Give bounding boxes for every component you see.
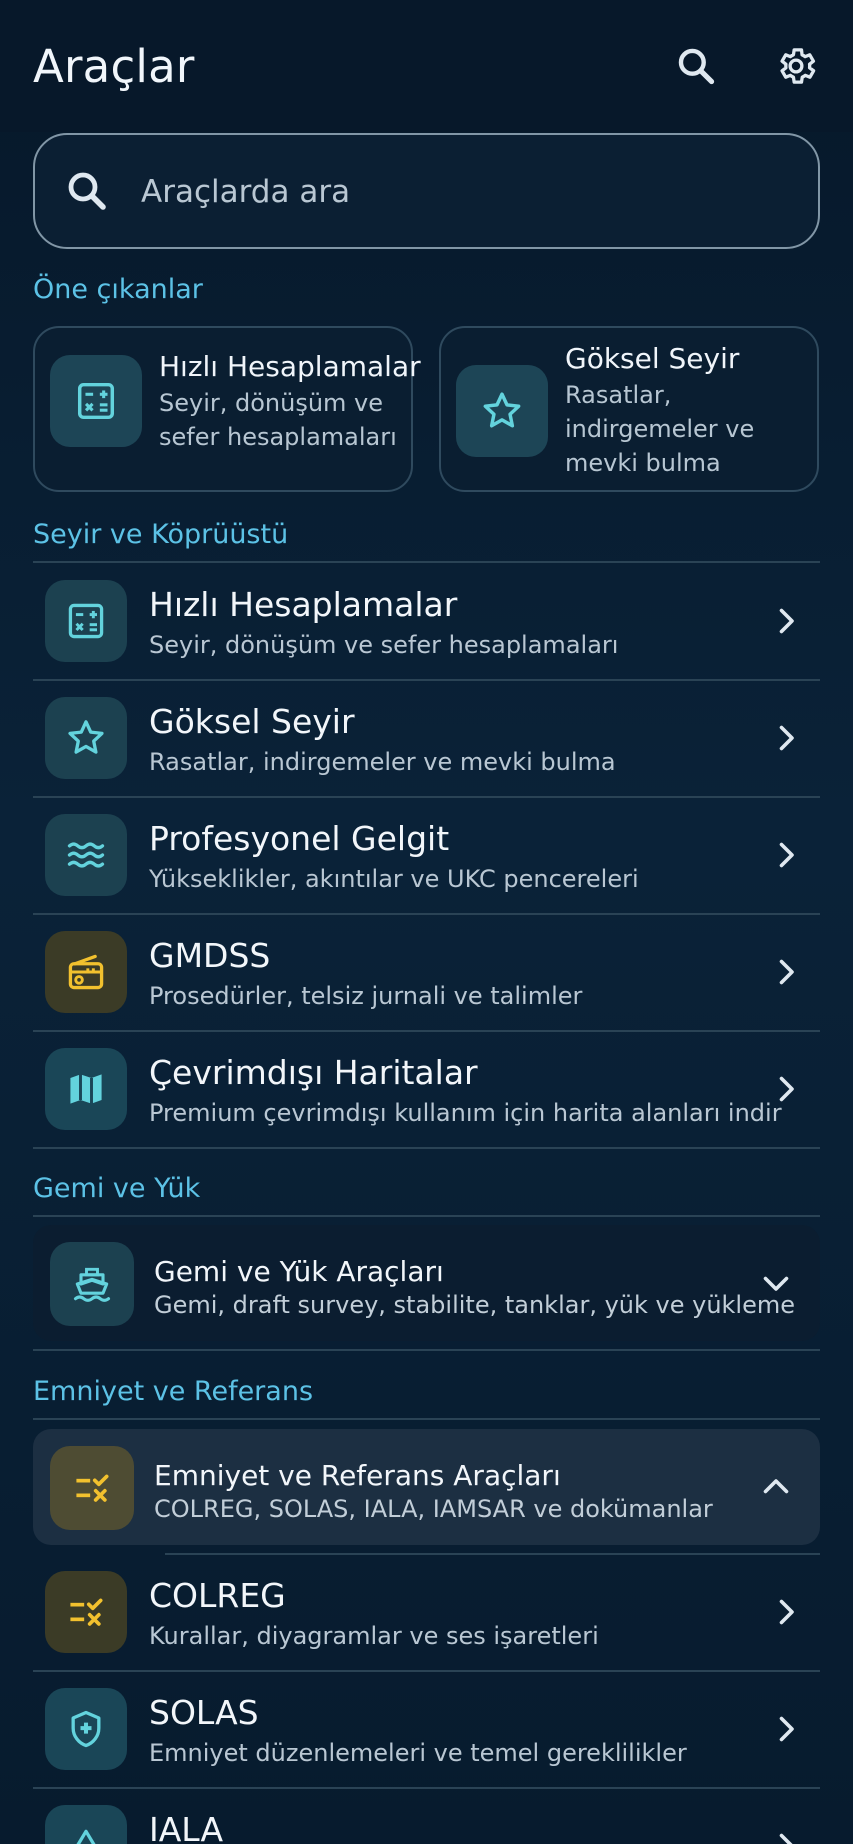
list-item-subtitle: Emniyet düzenlemeleri ve temel gereklili… <box>149 1739 687 1767</box>
group-subtitle: COLREG, SOLAS, IALA, IAMSAR ve dokümanla… <box>154 1495 713 1523</box>
chevron-right-icon <box>779 959 794 985</box>
group-safety-reference-tools[interactable]: Emniyet ve Referans Araçları COLREG, SOL… <box>33 1429 820 1545</box>
star-icon <box>45 697 127 779</box>
section-title-featured: Öne çıkanlar <box>33 274 203 305</box>
list-item-title: Hızlı Hesaplamalar <box>149 585 458 624</box>
list-item-gmdss[interactable]: GMDSS Prosedürler, telsiz jurnali ve tal… <box>33 914 820 1031</box>
waves-icon <box>45 814 127 896</box>
chevron-right-icon <box>779 842 794 868</box>
chevron-right-icon <box>779 1599 794 1625</box>
featured-card-subtitle: Rasatlar, indirgemeler ve mevki bulma <box>565 381 755 477</box>
group-subtitle: Gemi, draft survey, stabilite, tanklar, … <box>154 1291 796 1319</box>
group-title: Emniyet ve Referans Araçları <box>154 1459 561 1492</box>
list-item-iala[interactable]: IALA <box>33 1788 820 1844</box>
list-item-subtitle: Prosedürler, telsiz jurnali ve talimler <box>149 982 583 1010</box>
featured-card-subtitle: Seyir, dönüşüm ve sefer hesaplamaları <box>159 389 397 451</box>
page-title: Araçlar <box>33 40 195 93</box>
search-input[interactable] <box>141 161 781 223</box>
list-item-title: GMDSS <box>149 936 271 975</box>
list-item-subtitle: Yükseklikler, akıntılar ve UKC pencerele… <box>149 865 639 893</box>
list-item-title: Göksel Seyir <box>149 702 355 741</box>
featured-card-title: Göksel Seyir <box>565 342 740 375</box>
list-item-celestial[interactable]: Göksel Seyir Rasatlar, indirgemeler ve m… <box>33 680 820 797</box>
top-app-bar: Araçlar <box>0 0 853 132</box>
featured-card-quick-calc[interactable]: Hızlı Hesaplamalar Seyir, dönüşüm ve sef… <box>33 326 421 492</box>
list-item-title: Profesyonel Gelgit <box>149 819 450 858</box>
list-item-title: SOLAS <box>149 1693 259 1732</box>
divider <box>33 1147 820 1149</box>
shield-icon <box>45 1688 127 1770</box>
chevron-right-icon <box>779 725 794 751</box>
list-item-quick-calc[interactable]: Hızlı Hesaplamalar Seyir, dönüşüm ve sef… <box>33 563 820 680</box>
radio-icon <box>45 931 127 1013</box>
checklist-icon <box>50 1446 134 1530</box>
calculator-icon <box>45 580 127 662</box>
section-title-safety-reference: Emniyet ve Referans <box>33 1376 314 1407</box>
list-item-offline-maps[interactable]: Çevrimdışı Haritalar Premium çevrimdışı … <box>33 1031 820 1148</box>
list-item-solas[interactable]: SOLAS Emniyet düzenlemeleri ve temel ger… <box>33 1671 820 1788</box>
list-item-subtitle: Premium çevrimdışı kullanım için harita … <box>149 1099 782 1127</box>
section-title-navigation: Seyir ve Köprüüstü <box>33 519 289 550</box>
tools-screen: Araçlar Öne çıkanlar Hızlı Hesaplamalar … <box>0 0 853 1844</box>
list-item-title: IALA <box>149 1810 224 1844</box>
divider <box>33 1215 820 1217</box>
section-title-ship-cargo: Gemi ve Yük <box>33 1173 201 1204</box>
chevron-right-icon <box>779 1833 793 1844</box>
list-item-title: Çevrimdışı Haritalar <box>149 1053 478 1092</box>
map-icon <box>45 1048 127 1130</box>
checklist-icon <box>45 1571 127 1653</box>
list-item-tide[interactable]: Profesyonel Gelgit Yükseklikler, akıntıl… <box>33 797 820 914</box>
group-title: Gemi ve Yük Araçları <box>154 1255 444 1288</box>
list-item-title: COLREG <box>149 1576 286 1615</box>
featured-card-celestial[interactable]: Göksel Seyir Rasatlar, indirgemeler ve m… <box>439 326 819 492</box>
calculator-icon <box>50 355 142 447</box>
search-icon <box>68 172 106 210</box>
chevron-right-icon <box>779 1716 794 1742</box>
list-item-subtitle: Rasatlar, indirgemeler ve mevki bulma <box>149 748 616 776</box>
ship-icon <box>50 1242 134 1326</box>
chevron-right-icon <box>779 608 794 634</box>
star-icon <box>456 365 548 457</box>
search-icon[interactable] <box>672 42 720 90</box>
chevron-right-icon <box>779 1076 794 1102</box>
gear-icon[interactable] <box>772 42 820 90</box>
divider <box>33 1349 820 1351</box>
group-ship-cargo-tools[interactable]: Gemi ve Yük Araçları Gemi, draft survey,… <box>33 1225 820 1341</box>
list-item-colreg[interactable]: COLREG Kurallar, diyagramlar ve ses işar… <box>33 1554 820 1671</box>
divider <box>33 1418 820 1420</box>
chevron-down-icon <box>763 1276 789 1291</box>
search-field[interactable] <box>33 133 820 249</box>
list-item-subtitle: Seyir, dönüşüm ve sefer hesaplamaları <box>149 631 619 659</box>
chevron-up-icon <box>763 1479 789 1494</box>
buoy-icon <box>45 1805 127 1844</box>
featured-card-title: Hızlı Hesaplamalar <box>159 350 421 383</box>
list-item-subtitle: Kurallar, diyagramlar ve ses işaretleri <box>149 1622 599 1650</box>
